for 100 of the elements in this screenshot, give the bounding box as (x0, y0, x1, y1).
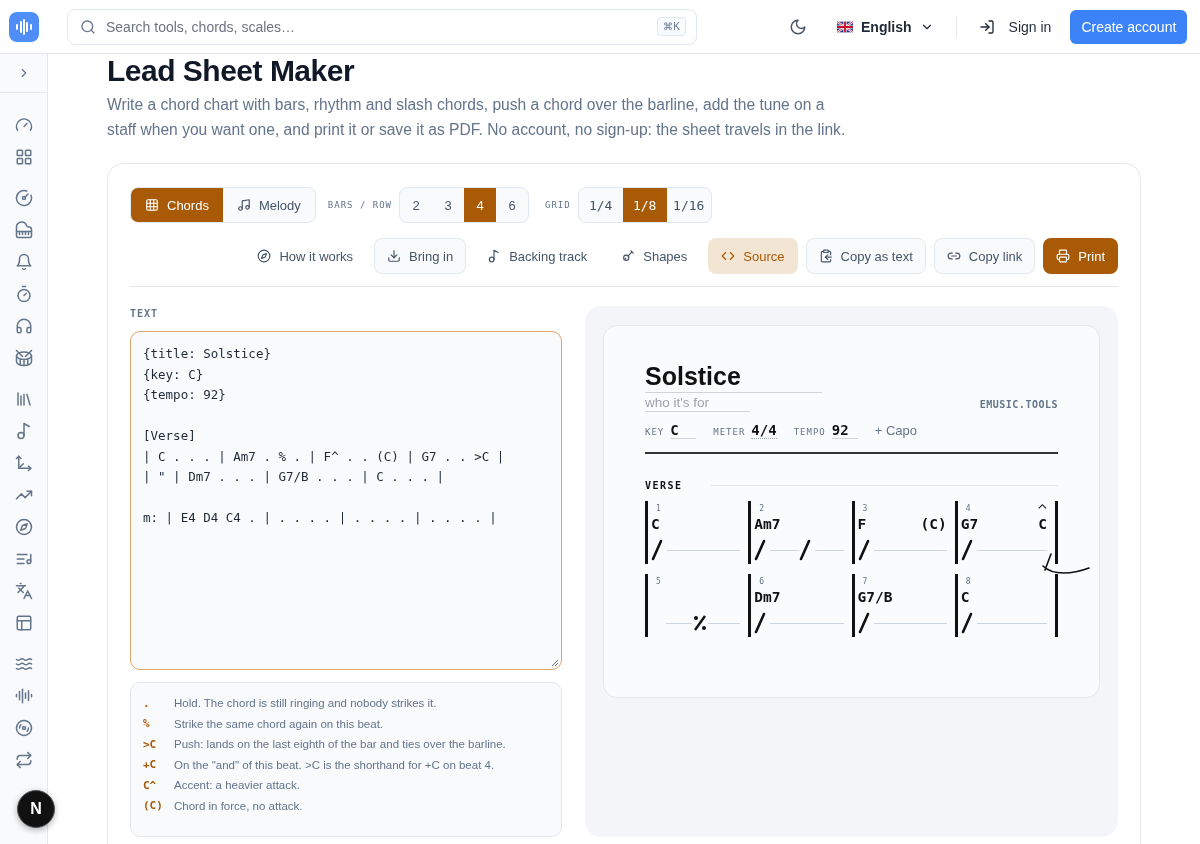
shapes-button[interactable]: Shapes (608, 238, 701, 274)
print-button[interactable]: Print (1043, 238, 1118, 274)
moon-icon (789, 17, 807, 36)
add-capo-button[interactable]: + Capo (874, 423, 918, 438)
legend-symbol: +C (143, 758, 158, 772)
legend-text: Push: lands on the last eighth of the bar and ties over the barline. (174, 738, 506, 751)
sign-in-button[interactable]: Sign in (978, 14, 1052, 39)
tempo-field[interactable]: 92 (831, 422, 858, 439)
language-selector[interactable]: English (837, 14, 934, 39)
music-note-icon (14, 422, 33, 440)
text-editor[interactable]: {title: Solstice} {key: C} {tempo: 92} [Verse] | C . . . | Am7 . % . | F^ . . (C) | G7 . . >C | | " | Dm7 . . . | G7/B . . . | C . . . | m: | E4 D4 C4 . | . . . . | . . . . | . . . . | (130, 331, 562, 670)
import-button[interactable]: Bring in (374, 238, 467, 274)
clipboard-icon (818, 249, 833, 263)
sidebar-item[interactable] (14, 189, 33, 207)
grid-icon (14, 148, 33, 166)
code-icon (721, 249, 736, 263)
chord-symbol: C (1038, 516, 1047, 532)
sidebar-item[interactable] (14, 349, 33, 367)
chord-symbol: G7 (960, 516, 979, 532)
meta-label: KEY (645, 427, 665, 437)
waves-icon (14, 655, 33, 673)
bars-option[interactable]: 6 (496, 188, 529, 222)
chord-symbol: C (960, 589, 970, 605)
timer-icon (14, 285, 33, 303)
bar-number: 7 (862, 577, 868, 587)
grid-option[interactable]: 1/4 (578, 188, 623, 222)
music-notes-icon (236, 198, 251, 212)
bars-option[interactable]: 4 (464, 188, 497, 222)
sidebar-item[interactable] (14, 518, 33, 536)
sign-in-icon (978, 18, 995, 35)
compass-icon (257, 249, 272, 263)
chord-symbol: Am7 (754, 516, 781, 532)
legend-symbol: (C) (143, 799, 164, 813)
piano-icon (14, 221, 33, 239)
sidebar-item[interactable] (14, 687, 33, 705)
chord-symbol: F (857, 516, 867, 532)
copy-link-button[interactable]: Copy link (933, 238, 1036, 274)
section-label: VERSE (645, 480, 683, 491)
grid-option[interactable]: 1/16 (666, 188, 711, 222)
sidebar-item[interactable] (14, 751, 33, 769)
bars-option[interactable]: 3 (432, 188, 465, 222)
page-title: Lead Sheet Maker (107, 54, 356, 88)
legend-text: Hold. The chord is still ringing and nobody strikes it. (174, 697, 437, 710)
resize-grip-icon (550, 658, 559, 667)
legend-symbol: % (143, 717, 151, 731)
help-button[interactable]: How it works (244, 238, 367, 274)
chord-symbol: Dm7 (754, 589, 781, 605)
dial-icon (14, 189, 33, 207)
bar-number: 4 (965, 504, 971, 514)
mode-tab[interactable]: Melody (222, 188, 315, 222)
key-field[interactable]: C (670, 422, 697, 439)
sidebar-item[interactable] (14, 422, 33, 440)
repeat-icon (14, 751, 33, 769)
sidebar-item[interactable] (14, 655, 33, 673)
sidebar-item[interactable] (14, 719, 33, 737)
axes-icon (14, 454, 33, 472)
download-icon (387, 249, 402, 263)
bars-option[interactable]: 2 (400, 188, 433, 222)
audio-wave-icon (14, 687, 33, 705)
sidebar-item[interactable] (14, 614, 33, 632)
brand-label: EMUSIC.TOOLS (979, 399, 1058, 412)
chord-symbol: G7/B (857, 589, 893, 605)
mode-tab[interactable]: Chords (131, 188, 223, 222)
gauge-icon (14, 116, 33, 134)
meter-field[interactable]: 4/4 (751, 422, 777, 439)
copy-text-button[interactable]: Copy as text (805, 238, 926, 274)
grid-label: GRID (545, 200, 571, 210)
legend-text: Strike the same chord again on this beat. (174, 717, 384, 730)
sidebar-item[interactable] (14, 285, 33, 303)
legend-symbol: >C (143, 737, 158, 751)
grid-option[interactable]: 1/8 (622, 188, 667, 222)
disc-icon (14, 719, 33, 737)
legend-symbol: C^ (143, 778, 158, 792)
sidebar-item[interactable] (14, 317, 33, 335)
search-icon (80, 18, 96, 35)
sidebar-item[interactable] (14, 390, 33, 408)
logo-icon[interactable] (9, 11, 39, 42)
shortcut-key: ⌘K (657, 17, 686, 36)
sidebar-item[interactable] (14, 116, 33, 134)
sidebar-item[interactable] (14, 253, 33, 271)
bar-number: 8 (965, 577, 971, 587)
printer-icon (1056, 249, 1071, 263)
meta-label: METER (713, 427, 746, 437)
sidebar-item[interactable] (14, 148, 33, 166)
sidebar-item[interactable] (14, 454, 33, 472)
bar-number: 5 (656, 577, 661, 587)
legend-text: Accent: a heavier attack. (174, 779, 300, 792)
legend-text: On the "and" of this beat. >C is the shorthand for +C on beat 4. (174, 758, 495, 771)
library-icon (14, 390, 33, 408)
search-field[interactable]: Search tools, chords, scales… ⌘K (67, 8, 697, 45)
text-label: TEXT (130, 307, 160, 319)
backing-track-button[interactable]: Backing track (474, 238, 601, 274)
sheet-title: Solstice (645, 362, 822, 393)
sidebar-item[interactable] (14, 221, 33, 239)
theme-toggle-button[interactable] (789, 17, 807, 36)
compass-icon (14, 518, 33, 536)
source-button[interactable]: Source (708, 238, 798, 274)
sidebar-item[interactable] (14, 582, 33, 600)
create-account-button[interactable]: Create account (1070, 9, 1188, 44)
bars-per-row-label: BARS / ROW (327, 200, 393, 210)
